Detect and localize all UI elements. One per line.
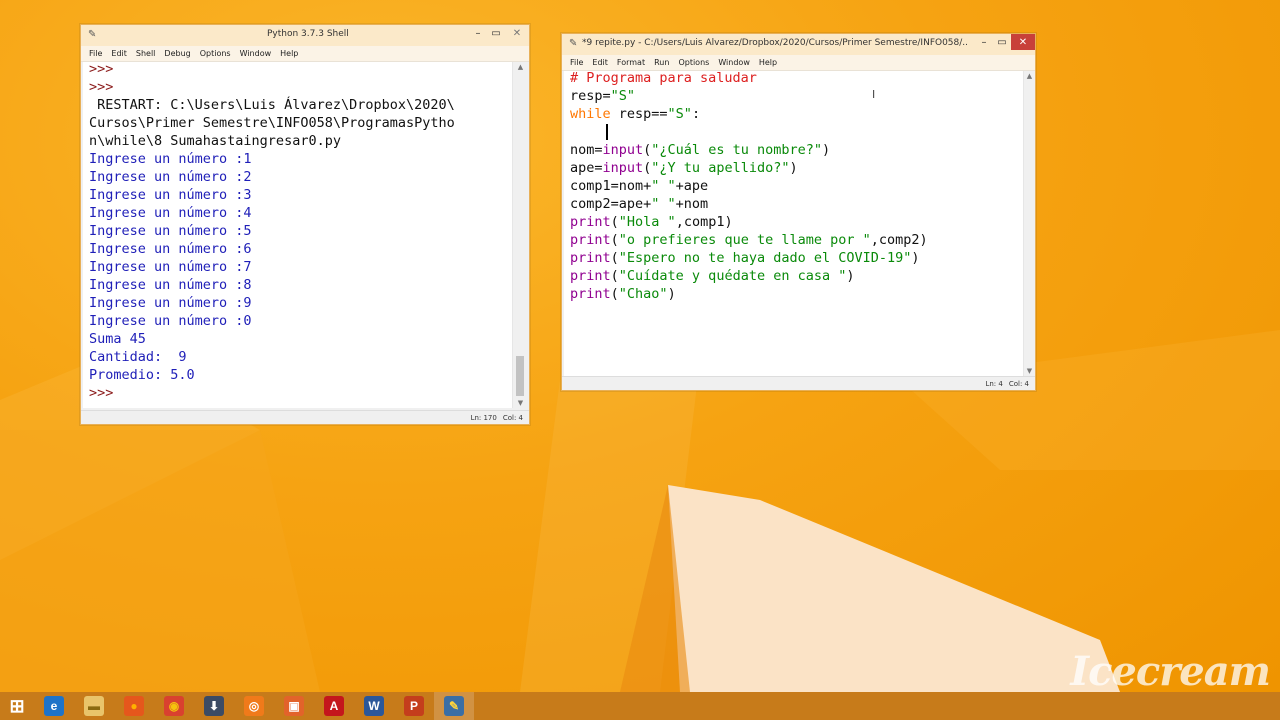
shell-line: Ingrese un número :5 xyxy=(89,223,252,239)
shell-menu-file[interactable]: File xyxy=(89,49,102,58)
editor-menu-help[interactable]: Help xyxy=(759,58,777,67)
editor-statusbar: Ln: 4 Col: 4 xyxy=(562,376,1035,390)
shell-statusbar: Ln: 170 Col: 4 xyxy=(81,410,529,424)
scroll-down-arrow[interactable]: ▼ xyxy=(513,399,528,407)
shell-line: >>> xyxy=(89,62,114,77)
editor-window[interactable]: ✎ *9 repite.py - C:/Users/Luis Álvarez/D… xyxy=(561,33,1036,391)
shell-line: Suma 45 xyxy=(89,331,146,347)
firefox-icon[interactable]: ● xyxy=(114,692,154,720)
close-button[interactable]: ✕ xyxy=(1011,34,1035,50)
code-line: while resp=="S": xyxy=(570,106,701,122)
editor-menu-format[interactable]: Format xyxy=(617,58,645,67)
shell-line: n\while\8 Sumahastaingresar0.py xyxy=(89,133,341,149)
shell-line: Cantidad: 9 xyxy=(89,349,187,365)
start-button[interactable]: ⊞ xyxy=(0,692,34,720)
line-number: Ln: 170 xyxy=(470,413,497,422)
shell-menu-help[interactable]: Help xyxy=(280,49,298,58)
idle-editor-icon: ✎ xyxy=(569,38,578,49)
shell-scrollbar[interactable]: ▲ ▼ xyxy=(512,62,528,408)
mouse-ibeam-cursor: I xyxy=(872,88,876,101)
shell-line: Ingrese un número :2 xyxy=(89,169,252,185)
internet-explorer-icon[interactable]: e xyxy=(34,692,74,720)
editor-menu-options[interactable]: Options xyxy=(678,58,709,67)
code-line: print("Espero no te haya dado el COVID-1… xyxy=(570,250,920,266)
code-editor[interactable]: # Programa para saludar resp="S" while res… xyxy=(564,71,1023,376)
close-button[interactable]: ✕ xyxy=(505,25,529,41)
editor-menubar: File Edit Format Run Options Window Help xyxy=(562,55,1035,71)
code-line: print("Cuídate y quédate en casa ") xyxy=(570,268,855,284)
taskbar: ⊞ e ▬ ● ◉ ⬇ ◎ ▣ A W P ✎ xyxy=(0,692,1280,720)
code-line: print("o prefieres que te llame por ",co… xyxy=(570,232,928,248)
shell-menubar: File Edit Shell Debug Options Window Help xyxy=(81,46,529,62)
shell-line: Ingrese un número :3 xyxy=(89,187,252,203)
shell-line: Promedio: 5.0 xyxy=(89,367,195,383)
code-line: ape=input("¿Y tu apellido?") xyxy=(570,160,798,176)
shell-title: Python 3.7.3 Shell xyxy=(267,29,349,39)
shell-menu-shell[interactable]: Shell xyxy=(136,49,156,58)
minimize-button[interactable]: – xyxy=(975,34,993,50)
scroll-up-arrow[interactable]: ▲ xyxy=(513,63,528,71)
scroll-thumb[interactable] xyxy=(516,356,524,396)
shell-menu-debug[interactable]: Debug xyxy=(164,49,190,58)
maximize-button[interactable]: ▭ xyxy=(487,25,505,41)
column-number: Col: 4 xyxy=(502,413,523,422)
shell-menu-options[interactable]: Options xyxy=(200,49,231,58)
shell-menu-window[interactable]: Window xyxy=(240,49,272,58)
shell-line: RESTART: C:\Users\Luis Álvarez\Dropbox\2… xyxy=(89,97,455,113)
text-caret xyxy=(606,124,608,140)
editor-menu-edit[interactable]: Edit xyxy=(592,58,608,67)
acrobat-icon[interactable]: A xyxy=(314,692,354,720)
maximize-button[interactable]: ▭ xyxy=(993,34,1011,50)
minimize-button[interactable]: – xyxy=(469,25,487,41)
shell-line: >>> xyxy=(89,79,114,95)
shell-line: >>> xyxy=(89,385,122,401)
shell-line: Ingrese un número :6 xyxy=(89,241,252,257)
shell-line: Ingrese un número :4 xyxy=(89,205,252,221)
shell-line: Cursos\Primer Semestre\INFO058\Programas… xyxy=(89,115,455,131)
code-line: comp2=ape+" "+nom xyxy=(570,196,709,212)
screenshot-tool-icon[interactable]: ▣ xyxy=(274,692,314,720)
editor-scrollbar[interactable]: ▲ ▼ xyxy=(1023,71,1035,376)
column-number: Col: 4 xyxy=(1008,379,1029,388)
idle-shell-icon: ✎ xyxy=(88,29,97,40)
scroll-up-arrow[interactable]: ▲ xyxy=(1024,72,1035,80)
shell-line: Ingrese un número :8 xyxy=(89,277,252,293)
shell-line: Ingrese un número :7 xyxy=(89,259,252,275)
editor-titlebar[interactable]: ✎ *9 repite.py - C:/Users/Luis Álvarez/D… xyxy=(562,34,1035,55)
code-line: nom=input("¿Cuál es tu nombre?") xyxy=(570,142,831,158)
scroll-down-arrow[interactable]: ▼ xyxy=(1024,367,1035,375)
word-icon[interactable]: W xyxy=(354,692,394,720)
editor-menu-file[interactable]: File xyxy=(570,58,583,67)
shell-line: Ingrese un número :0 xyxy=(89,313,252,329)
code-line: print("Chao") xyxy=(570,286,676,302)
shell-titlebar[interactable]: ✎ Python 3.7.3 Shell – ▭ ✕ xyxy=(81,25,529,46)
editor-menu-run[interactable]: Run xyxy=(654,58,669,67)
shell-line: Ingrese un número :9 xyxy=(89,295,252,311)
python-idle-icon[interactable]: ✎ xyxy=(434,692,474,720)
file-explorer-icon[interactable]: ▬ xyxy=(74,692,114,720)
code-line: # Programa para saludar xyxy=(570,71,757,86)
editor-menu-window[interactable]: Window xyxy=(718,58,750,67)
powerpoint-icon[interactable]: P xyxy=(394,692,434,720)
editor-title: *9 repite.py - C:/Users/Luis Álvarez/Dro… xyxy=(582,38,967,48)
shell-menu-edit[interactable]: Edit xyxy=(111,49,127,58)
download-manager-icon[interactable]: ⬇ xyxy=(194,692,234,720)
line-number: Ln: 4 xyxy=(985,379,1003,388)
shell-line: Ingrese un número :1 xyxy=(89,151,252,167)
python-shell-window[interactable]: ✎ Python 3.7.3 Shell – ▭ ✕ File Edit Shell… xyxy=(80,24,530,425)
chrome-icon[interactable]: ◉ xyxy=(154,692,194,720)
code-line: comp1=nom+" "+ape xyxy=(570,178,709,194)
shell-output[interactable]: >>> >>> RESTART: C:\Users\Luis Álvarez\Dr… xyxy=(83,62,512,408)
code-line: print("Hola ",comp1) xyxy=(570,214,733,230)
screen-recorder-icon[interactable]: ◎ xyxy=(234,692,274,720)
watermark-brand: Icecream xyxy=(1070,648,1271,695)
